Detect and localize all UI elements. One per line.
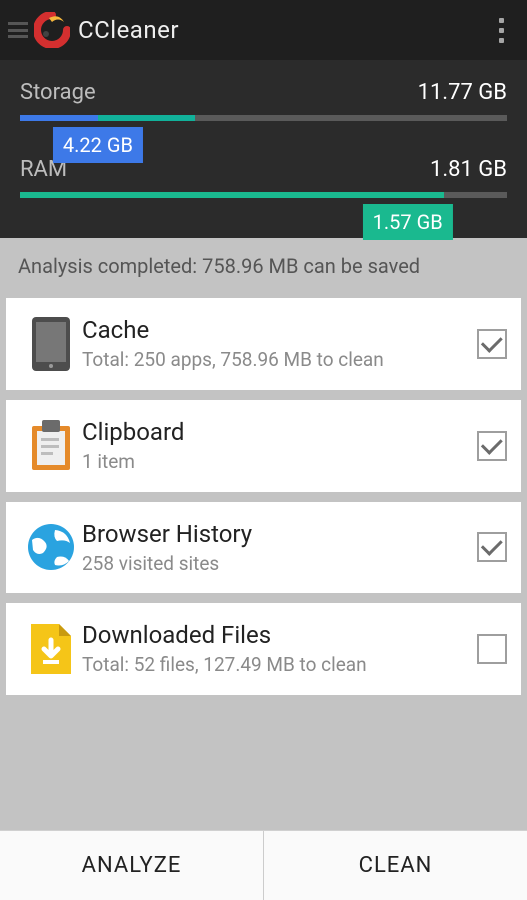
item-title: Clipboard [82, 418, 467, 446]
results-list[interactable]: Cache Total: 250 apps, 758.96 MB to clea… [0, 298, 527, 750]
ram-stat: RAM 1.81 GB 1.57 GB [20, 157, 507, 198]
item-subtitle: Total: 250 apps, 758.96 MB to clean [82, 348, 467, 372]
item-checkbox[interactable] [477, 329, 507, 359]
list-item[interactable]: Downloaded Files Total: 52 files, 127.49… [6, 603, 521, 695]
analyze-button[interactable]: ANALYZE [0, 831, 263, 900]
clean-button[interactable]: CLEAN [264, 831, 527, 900]
stats-panel: Storage 11.77 GB 4.22 GB RAM 1.81 GB 1.5… [0, 60, 527, 238]
menu-icon[interactable] [8, 22, 28, 38]
clipboard-icon [20, 420, 82, 472]
item-checkbox[interactable] [477, 532, 507, 562]
list-item[interactable]: Cache Total: 250 apps, 758.96 MB to clea… [6, 298, 521, 390]
ram-used-label: 1.57 GB [363, 204, 453, 240]
overflow-menu-icon[interactable] [489, 16, 513, 44]
item-subtitle: Total: 52 files, 127.49 MB to clean [82, 653, 467, 677]
storage-label: Storage [20, 80, 96, 105]
globe-icon [20, 523, 82, 571]
bottom-action-bar: ANALYZE CLEAN [0, 830, 527, 900]
download-icon [20, 624, 82, 674]
ram-total: 1.81 GB [430, 157, 507, 182]
item-subtitle: 258 visited sites [82, 552, 467, 576]
ram-bar: 1.57 GB [20, 192, 507, 198]
storage-stat: Storage 11.77 GB 4.22 GB [20, 80, 507, 121]
item-title: Downloaded Files [82, 621, 467, 649]
tablet-icon [20, 317, 82, 371]
storage-total: 11.77 GB [418, 80, 507, 105]
item-title: Browser History [82, 520, 467, 548]
list-item[interactable]: Browser History 258 visited sites [6, 502, 521, 594]
ram-bar-primary [20, 192, 444, 198]
storage-bar: 4.22 GB [20, 115, 507, 121]
storage-bar-primary [20, 115, 98, 121]
item-checkbox[interactable] [477, 634, 507, 664]
item-subtitle: 1 item [82, 450, 467, 474]
storage-used-label: 4.22 GB [53, 127, 143, 163]
list-item[interactable]: Clipboard 1 item [6, 400, 521, 492]
app-logo-icon [34, 12, 70, 48]
item-checkbox[interactable] [477, 431, 507, 461]
app-title: CCleaner [78, 16, 179, 44]
analysis-summary: Analysis completed: 758.96 MB can be sav… [0, 238, 527, 298]
item-title: Cache [82, 316, 467, 344]
app-bar: CCleaner [0, 0, 527, 60]
